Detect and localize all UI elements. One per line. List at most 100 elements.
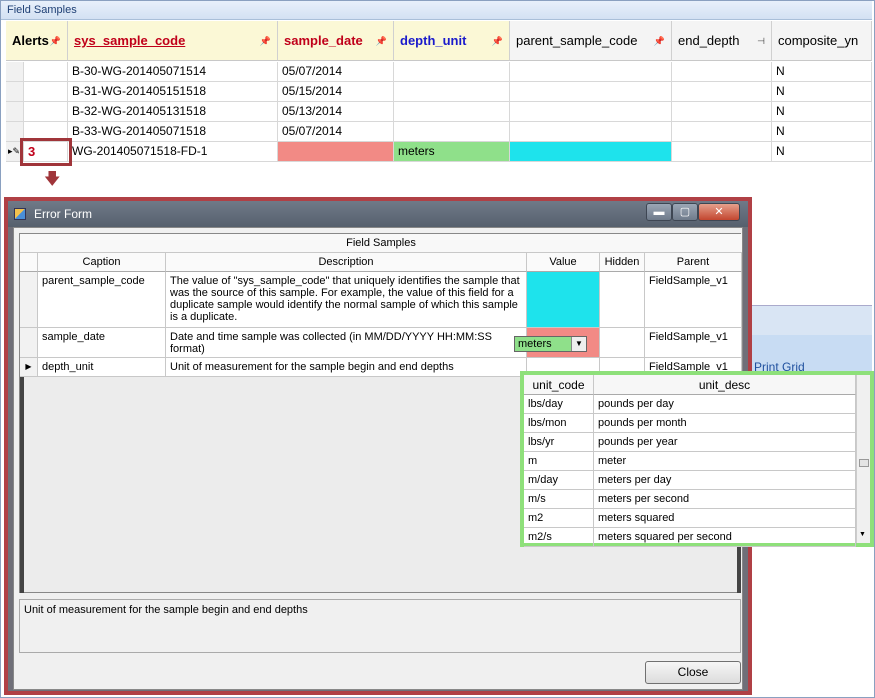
caption-cell[interactable]: parent_sample_code — [38, 272, 166, 328]
column-header-label: Alerts — [12, 33, 49, 48]
column-header-sys-sample-code[interactable]: sys_sample_code 📌 — [68, 21, 278, 61]
unit-desc-cell[interactable]: pounds per year — [594, 433, 856, 452]
left-scrollbar[interactable] — [20, 377, 24, 593]
unpin-icon[interactable]: ⊣ — [757, 21, 765, 60]
depth-unit-combo[interactable]: meters ▼ — [514, 336, 587, 352]
row-selector[interactable] — [6, 62, 24, 82]
parent-sample-code-cell[interactable] — [510, 122, 672, 142]
composite-yn-cell[interactable]: N — [772, 122, 872, 142]
scroll-thumb[interactable] — [859, 459, 869, 467]
column-header-depth-unit[interactable]: depth_unit 📌 — [394, 21, 510, 61]
unit-desc-cell[interactable]: pounds per day — [594, 395, 856, 414]
composite-yn-cell[interactable]: N — [772, 82, 872, 102]
current-row-arrow-icon[interactable]: ▶ — [20, 358, 38, 377]
unit-code-cell[interactable]: lbs/mon — [524, 414, 594, 433]
column-header-value[interactable]: Value — [527, 253, 600, 272]
table-row-current[interactable]: ▸✎ 3 WG-201405071518-FD-1 meters N — [6, 142, 872, 162]
sys-sample-code-cell[interactable]: B-30-WG-201405071514 — [68, 62, 278, 82]
end-depth-cell[interactable] — [672, 122, 772, 142]
error-form-titlebar[interactable]: Error Form — [8, 201, 748, 227]
sample-date-error-cell[interactable] — [278, 142, 394, 162]
column-header-end-depth[interactable]: end_depth ⊣ — [672, 21, 772, 61]
sample-date-cell[interactable]: 05/07/2014 — [278, 122, 394, 142]
unit-code-cell[interactable]: lbs/day — [524, 395, 594, 414]
pin-icon[interactable]: 📌 — [654, 21, 665, 60]
end-depth-cell[interactable] — [672, 102, 772, 122]
table-row[interactable]: B-32-WG-201405131518 05/13/2014 N — [6, 102, 872, 122]
unit-code-cell[interactable]: m/day — [524, 471, 594, 490]
description-cell: The value of "sys_sample_code" that uniq… — [166, 272, 527, 328]
sys-sample-code-cell[interactable]: WG-201405071518-FD-1 — [68, 142, 278, 162]
unit-desc-cell[interactable]: meters per second — [594, 490, 856, 509]
depth-unit-cell[interactable] — [394, 102, 510, 122]
depth-unit-error-cell[interactable]: meters — [394, 142, 510, 162]
unit-code-cell[interactable]: m2 — [524, 509, 594, 528]
unit-desc-cell[interactable]: meters squared — [594, 509, 856, 528]
unit-code-cell[interactable]: m — [524, 452, 594, 471]
table-row[interactable]: B-33-WG-201405071518 05/07/2014 N — [6, 122, 872, 142]
maximize-button[interactable]: ▢ — [672, 203, 698, 221]
hidden-cell[interactable] — [600, 272, 645, 328]
table-row[interactable]: B-30-WG-201405071514 05/07/2014 N — [6, 62, 872, 82]
depth-unit-cell[interactable] — [394, 122, 510, 142]
column-header-unit-desc[interactable]: unit_desc — [594, 375, 856, 395]
parent-sample-code-cell[interactable] — [510, 102, 672, 122]
end-depth-cell[interactable] — [672, 62, 772, 82]
column-header-alerts[interactable]: Alerts 📌 — [6, 21, 68, 61]
column-header-unit-code[interactable]: unit_code — [524, 375, 594, 395]
column-header-label: sys_sample_code — [74, 33, 186, 48]
sample-date-cell[interactable]: 05/15/2014 — [278, 82, 394, 102]
column-header-label: sample_date — [284, 33, 363, 48]
depth-unit-cell[interactable] — [394, 82, 510, 102]
hidden-cell[interactable] — [600, 328, 645, 358]
sys-sample-code-cell[interactable]: B-33-WG-201405071518 — [68, 122, 278, 142]
column-header-description[interactable]: Description — [166, 253, 527, 272]
end-depth-cell[interactable] — [672, 142, 772, 162]
dropdown-scrollbar[interactable]: ▼ — [856, 375, 870, 543]
sys-sample-code-cell[interactable]: B-31-WG-201405151518 — [68, 82, 278, 102]
column-header-sample-date[interactable]: sample_date 📌 — [278, 21, 394, 61]
row-selector[interactable] — [20, 328, 38, 358]
unit-dropdown-list[interactable]: unit_code unit_desc lbs/day pounds per d… — [520, 371, 874, 547]
minimize-button[interactable]: ▬ — [646, 203, 672, 221]
column-header-hidden[interactable]: Hidden — [600, 253, 645, 272]
column-header-composite-yn[interactable]: composite_yn — [772, 21, 872, 61]
row-selector[interactable] — [6, 102, 24, 122]
parent-sample-code-cell[interactable] — [510, 82, 672, 102]
close-button[interactable]: Close — [645, 661, 741, 684]
composite-yn-cell[interactable]: N — [772, 102, 872, 122]
parent-sample-code-error-cell[interactable] — [510, 142, 672, 162]
pin-icon[interactable]: 📌 — [50, 21, 61, 60]
caption-cell[interactable]: sample_date — [38, 328, 166, 358]
unit-code-cell[interactable]: lbs/yr — [524, 433, 594, 452]
end-depth-cell[interactable] — [672, 82, 772, 102]
caption-cell[interactable]: depth_unit — [38, 358, 166, 377]
composite-yn-cell[interactable]: N — [772, 142, 872, 162]
table-row[interactable]: B-31-WG-201405151518 05/15/2014 N — [6, 82, 872, 102]
column-header-label: composite_yn — [778, 33, 859, 48]
depth-unit-cell[interactable] — [394, 62, 510, 82]
scroll-down-icon[interactable]: ▼ — [859, 531, 866, 538]
unit-desc-cell[interactable]: meters per day — [594, 471, 856, 490]
composite-yn-cell[interactable]: N — [772, 62, 872, 82]
unit-desc-cell[interactable]: pounds per month — [594, 414, 856, 433]
window-close-button[interactable]: ✕ — [698, 203, 740, 221]
column-header-parent-sample-code[interactable]: parent_sample_code 📌 — [510, 21, 672, 61]
column-header-parent[interactable]: Parent — [645, 253, 742, 272]
sample-date-cell[interactable]: 05/07/2014 — [278, 62, 394, 82]
row-selector[interactable] — [6, 82, 24, 102]
sys-sample-code-cell[interactable]: B-32-WG-201405131518 — [68, 102, 278, 122]
unit-code-cell[interactable]: m/s — [524, 490, 594, 509]
pin-icon[interactable]: 📌 — [376, 21, 387, 60]
chevron-down-icon[interactable]: ▼ — [571, 337, 586, 351]
column-header-caption[interactable]: Caption — [38, 253, 166, 272]
pin-icon[interactable]: 📌 — [492, 21, 503, 60]
unit-desc-cell[interactable]: meters squared per second — [594, 528, 856, 547]
value-cell[interactable] — [527, 272, 600, 328]
parent-sample-code-cell[interactable] — [510, 62, 672, 82]
sample-date-cell[interactable]: 05/13/2014 — [278, 102, 394, 122]
row-selector[interactable] — [20, 272, 38, 328]
unit-desc-cell[interactable]: meter — [594, 452, 856, 471]
unit-code-cell[interactable]: m2/s — [524, 528, 594, 547]
pin-icon[interactable]: 📌 — [260, 21, 271, 60]
